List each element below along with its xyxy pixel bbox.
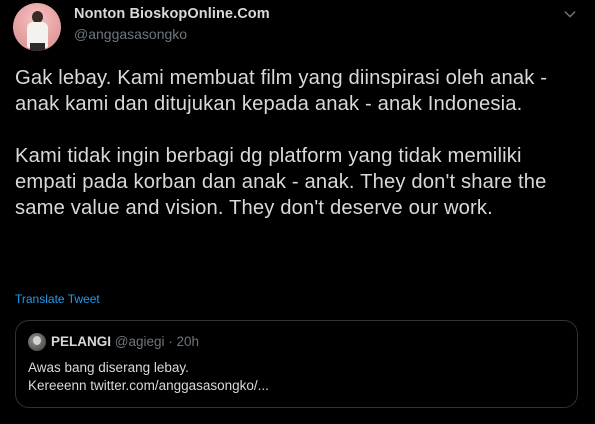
quoted-text-line-1: Awas bang diserang lebay.: [28, 360, 189, 375]
quoted-tweet-text: Awas bang diserang lebay. Kereeenn twitt…: [28, 359, 568, 395]
user-handle[interactable]: @anggasasongko: [74, 26, 187, 42]
chevron-down-icon-svg: [564, 11, 576, 18]
quoted-text-line-2[interactable]: Kereeenn twitter.com/anggasasongko/...: [28, 377, 568, 395]
quoted-timestamp[interactable]: 20h: [177, 334, 200, 349]
tweet-card: Nonton BioskopOnline.Com @anggasasongko …: [0, 0, 595, 424]
translate-tweet-link[interactable]: Translate Tweet: [15, 292, 100, 306]
quoted-tweet[interactable]: PELANGI @agiegi · 20h Awas bang diserang…: [15, 320, 578, 408]
avatar-figure-legs: [30, 43, 45, 51]
profile-avatar[interactable]: [13, 3, 61, 51]
quoted-handle: @agiegi: [114, 334, 165, 349]
quoted-avatar[interactable]: [28, 333, 46, 351]
quoted-avatar-face: [33, 336, 41, 345]
tweet-text: Gak lebay. Kami membuat film yang diinsp…: [15, 67, 548, 219]
quoted-tweet-header: PELANGI @agiegi · 20h: [51, 334, 199, 349]
display-name[interactable]: Nonton BioskopOnline.Com: [74, 6, 270, 22]
quoted-display-name[interactable]: PELANGI: [51, 334, 111, 349]
quoted-separator: ·: [164, 334, 177, 349]
chevron-down-icon[interactable]: [558, 2, 582, 26]
